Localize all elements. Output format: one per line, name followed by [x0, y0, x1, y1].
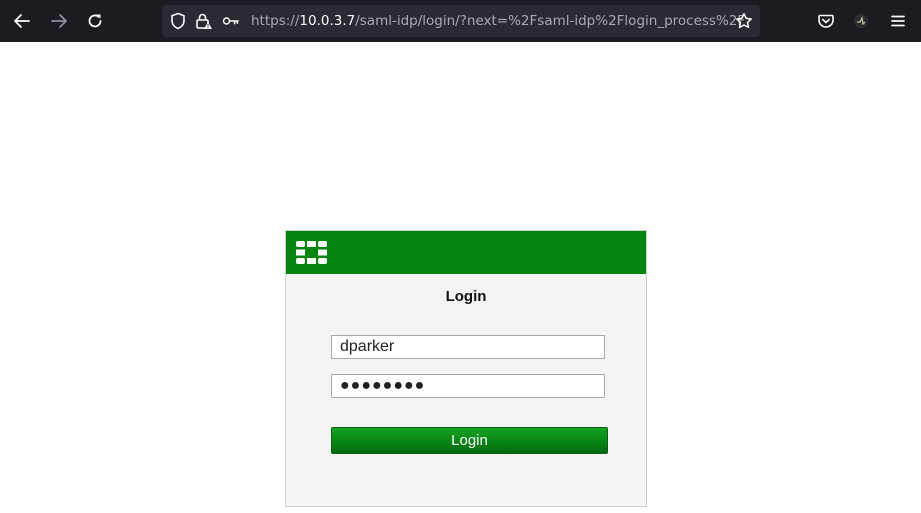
- forward-icon[interactable]: [44, 6, 74, 36]
- pocket-icon[interactable]: [811, 6, 841, 36]
- shield-icon[interactable]: [169, 12, 187, 30]
- password-input[interactable]: ●●●●●●●●: [331, 374, 605, 398]
- url-prefix: https://: [251, 13, 300, 29]
- key-icon[interactable]: [222, 12, 240, 30]
- url-bar[interactable]: https://10.0.3.7/saml-idp/login/?next=%2…: [162, 5, 760, 37]
- insecure-lock-icon[interactable]: [195, 12, 213, 30]
- fortinet-logo-icon: [296, 241, 327, 264]
- menu-icon[interactable]: [883, 6, 913, 36]
- extension-icon[interactable]: [846, 6, 876, 36]
- url-host: 10.0.3.7: [299, 13, 356, 29]
- login-title: Login: [445, 288, 487, 305]
- back-icon[interactable]: [7, 6, 37, 36]
- login-button[interactable]: Login: [331, 427, 608, 454]
- panel-header: [286, 231, 646, 274]
- login-panel: Login dparker ●●●●●●●● Login: [285, 230, 647, 507]
- username-input[interactable]: dparker: [331, 335, 605, 359]
- bookmark-star-icon[interactable]: [735, 12, 753, 30]
- reload-icon[interactable]: [80, 6, 110, 36]
- browser-toolbar: https://10.0.3.7/saml-idp/login/?next=%2…: [0, 0, 921, 42]
- url-text[interactable]: https://10.0.3.7/saml-idp/login/?next=%2…: [251, 12, 745, 30]
- url-path: /saml-idp/login/?next=%2Fsaml-idp%2Flogi…: [355, 13, 746, 29]
